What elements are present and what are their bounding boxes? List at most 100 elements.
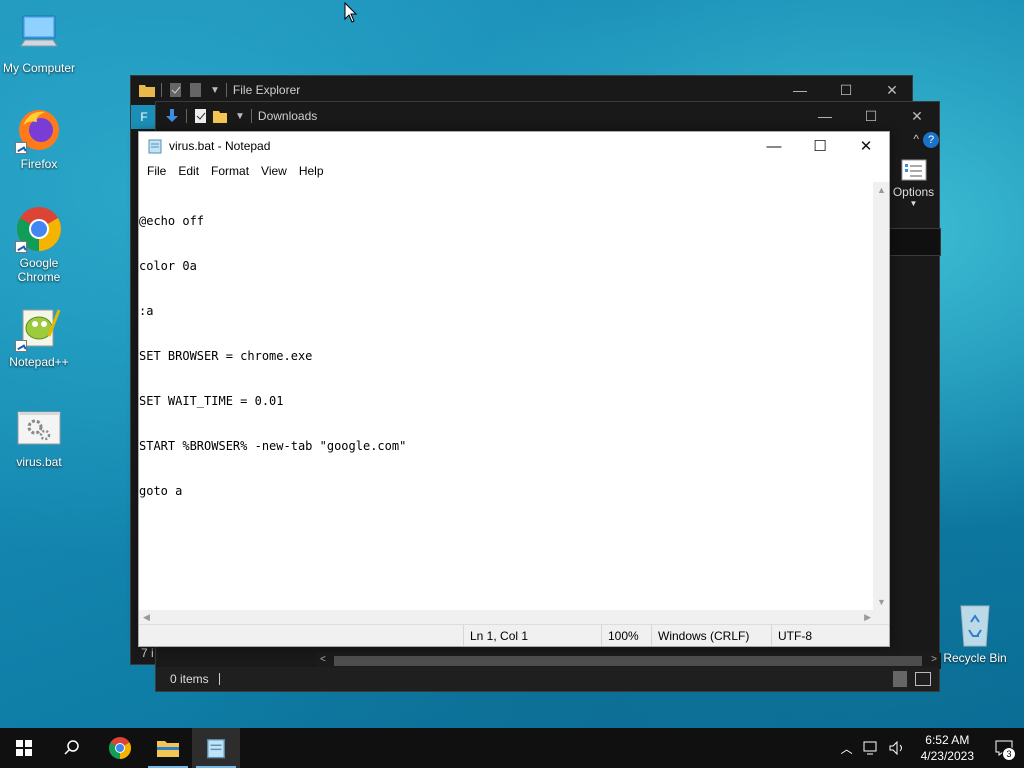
desktop-icon-label: Firefox: [20, 157, 58, 171]
taskbar: ︿ 6:52 AM 4/23/2023 3: [0, 728, 1024, 768]
desktop-icon-virus-bat[interactable]: virus.bat: [0, 404, 78, 469]
code-line: @echo off: [139, 214, 205, 228]
chrome-icon: [109, 737, 131, 759]
ribbon-collapse-icon[interactable]: ^: [913, 132, 919, 148]
clock[interactable]: 6:52 AM 4/23/2023: [911, 732, 984, 764]
shortcut-arrow-icon: [15, 340, 27, 352]
network-icon[interactable]: [863, 741, 881, 755]
scroll-up-icon[interactable]: ▲: [877, 185, 886, 195]
windows-logo-icon: [16, 740, 32, 756]
vertical-scrollbar[interactable]: ▲ ▼: [873, 182, 889, 610]
firefox-icon: [15, 106, 63, 154]
time: 6:52 AM: [925, 733, 970, 747]
notepad-title: virus.bat - Notepad: [169, 139, 271, 153]
details-view-icon[interactable]: [893, 671, 907, 687]
code-line: color 0a: [139, 259, 197, 273]
downloads-window-controls: — ☐ ✕: [802, 102, 940, 130]
taskbar-chrome[interactable]: [96, 728, 144, 768]
code-line: goto a: [139, 484, 183, 498]
code-line: SET WAIT_TIME = 0.01: [139, 394, 284, 408]
notification-count-badge: 3: [1002, 747, 1016, 761]
taskbar-notepad[interactable]: [192, 728, 240, 768]
desktop-icon-label: Recycle Bin: [943, 651, 1007, 665]
desktop-icon-label: Notepad++: [9, 355, 69, 369]
notepad-plus-plus-icon: [15, 304, 63, 352]
desktop-icon-label: My Computer: [2, 61, 76, 75]
computer-icon: [15, 10, 63, 58]
file-explorer-window-controls: — ☐ ✕: [777, 76, 915, 104]
date: 4/23/2023: [920, 749, 974, 763]
notepad-window[interactable]: virus.bat - Notepad — ☐ ✕ File Edit Form…: [138, 131, 890, 647]
notepad-icon: [148, 139, 162, 154]
properties-icon[interactable]: [168, 83, 184, 97]
action-center-button[interactable]: 3: [984, 728, 1024, 768]
search-icon: [64, 740, 79, 755]
volume-icon[interactable]: [889, 741, 907, 755]
close-button[interactable]: ✕: [894, 102, 940, 130]
start-button[interactable]: [0, 728, 48, 768]
desktop-icon-label: virus.bat: [16, 455, 62, 469]
minimize-button[interactable]: —: [777, 76, 823, 104]
properties-icon[interactable]: [193, 109, 209, 123]
desktop-icon-firefox[interactable]: Firefox: [0, 106, 78, 171]
menu-view[interactable]: View: [255, 164, 293, 178]
ribbon-right-panel: ^ ? Options ▼: [886, 132, 941, 256]
desktop-icon-label: Google Chrome: [17, 256, 61, 284]
scroll-left-icon[interactable]: ◀: [143, 612, 150, 623]
desktop-icon-google-chrome[interactable]: Google Chrome: [0, 205, 78, 284]
search-button[interactable]: [48, 728, 96, 768]
options-list-icon: [901, 159, 926, 181]
encoding: UTF-8: [771, 625, 889, 646]
notepad-icon: [207, 739, 225, 759]
menu-help[interactable]: Help: [293, 164, 330, 178]
file-tab[interactable]: F: [131, 105, 157, 129]
shortcut-arrow-icon: [15, 142, 27, 154]
maximize-button[interactable]: ☐: [823, 76, 869, 104]
desktop-icon-my-computer[interactable]: My Computer: [0, 10, 78, 75]
chevron-down-icon[interactable]: ▼: [235, 111, 245, 122]
text-editor-area[interactable]: @echo off color 0a :a SET BROWSER = chro…: [139, 182, 875, 610]
minimize-button[interactable]: —: [751, 132, 797, 160]
notepad-menu-bar: File Edit Format View Help: [139, 160, 889, 182]
system-tray: ︿ 6:52 AM 4/23/2023 3: [835, 728, 1024, 768]
scroll-right-icon[interactable]: ▶: [864, 612, 871, 623]
close-button[interactable]: ✕: [869, 76, 915, 104]
maximize-button[interactable]: ☐: [797, 132, 843, 160]
chevron-up-icon[interactable]: ︿: [835, 740, 859, 757]
menu-edit[interactable]: Edit: [172, 164, 205, 178]
notepad-status-bar: Ln 1, Col 1 100% Windows (CRLF) UTF-8: [139, 624, 889, 646]
recycle-bin-icon: [960, 605, 990, 647]
downloads-title: Downloads: [257, 109, 318, 123]
scrollbar-thumb[interactable]: [334, 656, 922, 666]
shortcut-arrow-icon: [15, 241, 27, 253]
maximize-button[interactable]: ☐: [848, 102, 894, 130]
mouse-cursor-icon: [344, 2, 358, 23]
search-box[interactable]: [886, 228, 941, 256]
code-line: SET BROWSER = chrome.exe: [139, 349, 313, 363]
code-line: START %BROWSER% -new-tab "google.com": [139, 439, 407, 453]
downloads-status-bar: 0 items: [156, 667, 939, 691]
large-icons-view-icon[interactable]: [915, 672, 931, 686]
close-button[interactable]: ✕: [843, 132, 889, 160]
zoom-level: 100%: [601, 625, 651, 646]
minimize-button[interactable]: —: [802, 102, 848, 130]
menu-format[interactable]: Format: [205, 164, 255, 178]
code-line: :a: [139, 304, 154, 318]
help-icon[interactable]: ?: [923, 132, 939, 148]
folder-icon: [139, 85, 155, 97]
new-folder-icon[interactable]: [188, 83, 204, 97]
new-folder-icon[interactable]: [213, 109, 229, 123]
options-button[interactable]: Options ▼: [886, 158, 941, 208]
status-items-count: 0 items: [170, 672, 209, 686]
download-arrow-icon: [166, 109, 178, 122]
folder-icon: [157, 741, 179, 757]
menu-file[interactable]: File: [141, 164, 172, 178]
batch-file-gears-icon: [15, 404, 63, 452]
desktop-icon-recycle-bin[interactable]: Recycle Bin: [940, 602, 1010, 665]
chrome-icon: [15, 205, 63, 253]
chevron-down-icon[interactable]: ▼: [210, 85, 220, 96]
scroll-down-icon[interactable]: ▼: [877, 597, 886, 607]
file-explorer-status-items: 7 i: [141, 646, 154, 660]
taskbar-file-explorer[interactable]: [144, 728, 192, 768]
desktop-icon-notepad-plus-plus[interactable]: Notepad++: [0, 304, 78, 369]
